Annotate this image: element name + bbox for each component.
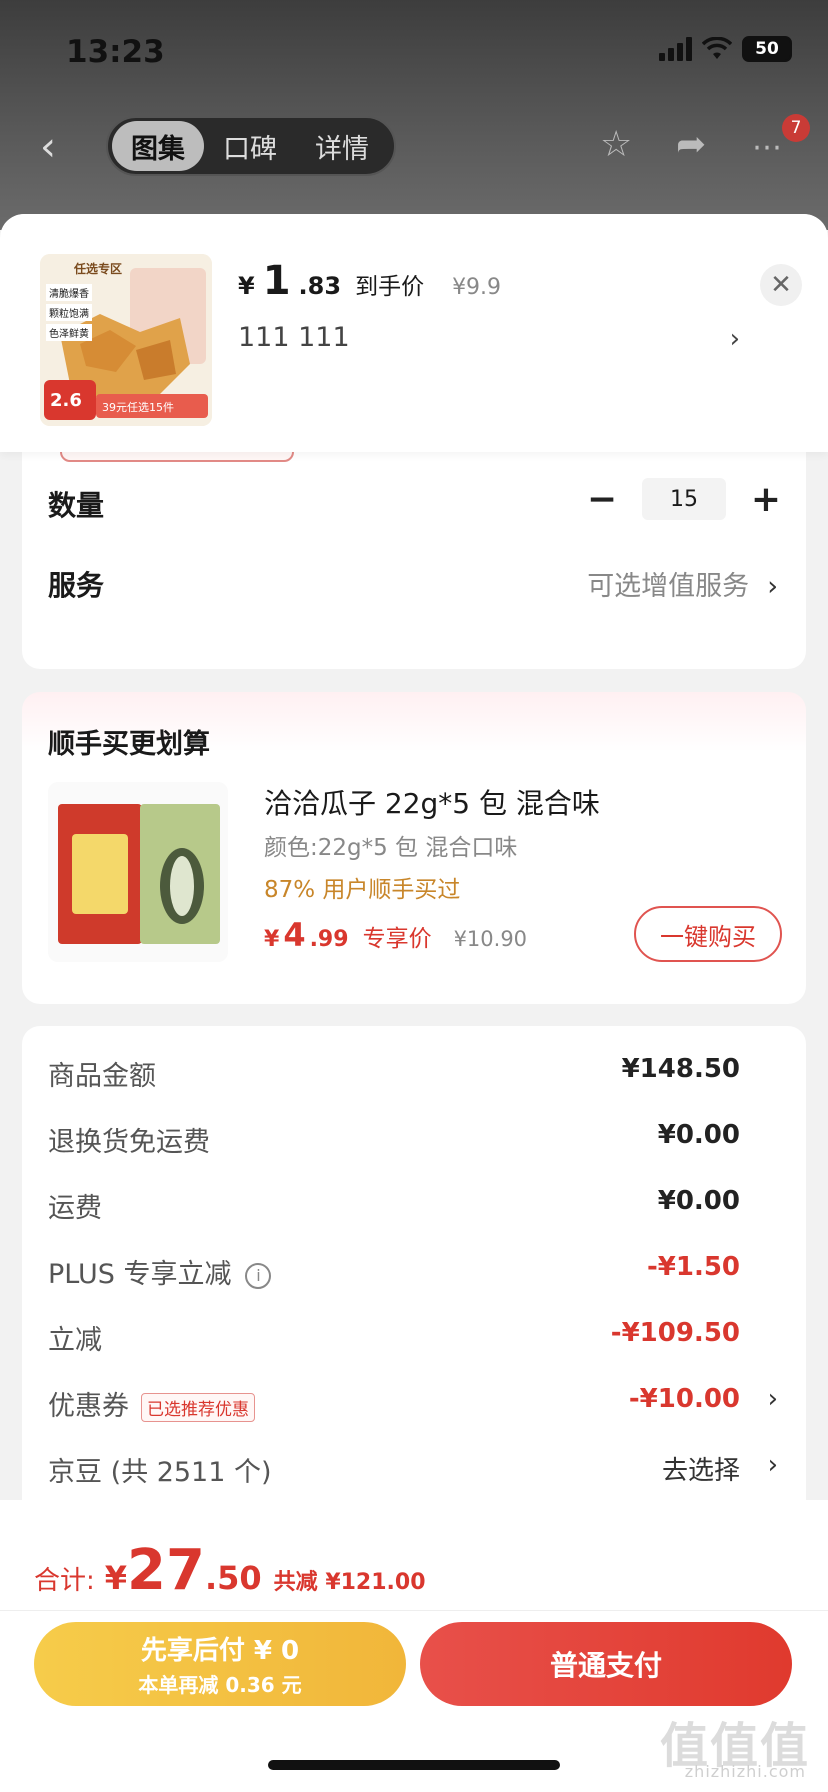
plus-icon[interactable]: +	[746, 479, 786, 520]
tab-reviews[interactable]: 口碑	[204, 121, 296, 171]
addon-price-decimal: .99	[309, 927, 349, 952]
thumb-tag: 清脆爆香	[46, 284, 92, 301]
summary-value: -¥109.50	[610, 1318, 740, 1348]
total-saved: 共减 ¥121.00	[273, 1570, 426, 1595]
summary-value: -¥10.00	[628, 1384, 740, 1414]
addon-name: 洽洽瓜子 22g*5 包 混合味	[264, 787, 600, 820]
service-value: 可选增值服务	[587, 571, 750, 602]
chevron-right-icon: ›	[767, 1384, 778, 1414]
status-icons: 50	[659, 36, 792, 62]
total-currency: ¥	[104, 1559, 128, 1597]
options-card: 数量 − 15 + 服务 可选增值服务 ›	[22, 404, 806, 669]
quantity-input[interactable]: 15	[642, 478, 726, 520]
price-summary-card: 商品金额 ¥148.50 退换货免运费 ¥0.00 运费 ¥0.00 PLUS …	[22, 1026, 806, 1526]
summary-label: 京豆 (共 2511 个)	[48, 1457, 272, 1488]
summary-row: 立减 -¥109.50	[22, 1318, 806, 1358]
coupon-row[interactable]: 优惠券 已选推荐优惠 -¥10.00 ›	[22, 1384, 806, 1424]
thumb-tag: 色泽鲜黄	[46, 324, 92, 341]
addon-spec: 颜色:22g*5 包 混合口味	[264, 835, 518, 861]
divider	[0, 1610, 828, 1611]
summary-label: 优惠券 已选推荐优惠	[48, 1384, 255, 1423]
chevron-right-icon[interactable]: ›	[730, 324, 740, 354]
home-indicator[interactable]	[268, 1760, 560, 1770]
battery-icon: 50	[742, 36, 792, 62]
summary-row: PLUS 专享立减 i -¥1.50	[22, 1252, 806, 1292]
chevron-right-icon: ›	[767, 1450, 778, 1480]
more-icon[interactable]: ⋯	[752, 130, 782, 165]
plus-discount-label: PLUS 专享立减	[48, 1259, 232, 1290]
price-tag: 到手价	[355, 274, 425, 300]
total-price: 合计: ¥ 27 .50 共减 ¥121.00	[34, 1538, 426, 1603]
thumb-promo: 39元任选15件	[102, 401, 174, 414]
minus-icon[interactable]: −	[582, 479, 622, 520]
price-decimal: .83	[298, 272, 342, 300]
product-thumbnail: 任选专区 清脆爆香 颗粒饱满 色泽鲜黄 2.6 39元任选15件	[40, 254, 212, 426]
summary-row: 商品金额 ¥148.50	[22, 1054, 806, 1094]
service-label: 服务	[48, 569, 105, 602]
favorite-star-icon[interactable]: ☆	[600, 124, 632, 165]
addon-price: ¥4.99 专享价 ¥10.90	[264, 916, 527, 954]
summary-row: 运费 ¥0.00	[22, 1186, 806, 1226]
quantity-stepper: − 15 +	[582, 478, 786, 520]
addon-card: 顺手买更划算 洽洽瓜子 22g*5 包 混合味 颜色:22g*5 包 混合口味 …	[22, 692, 806, 1004]
summary-value: ¥0.00	[657, 1120, 740, 1150]
addon-bought-pct: 87% 用户顺手买过	[264, 877, 461, 903]
watermark-url: zhizhizhi.com	[684, 1762, 806, 1781]
price-integer: 1	[262, 258, 291, 304]
price-line: ¥1.83 到手价 ¥9.9	[238, 258, 501, 304]
addon-product-image	[48, 782, 228, 962]
wifi-icon	[702, 37, 732, 59]
addon-price-currency: ¥	[264, 927, 280, 952]
checkout-footer: 合计: ¥ 27 .50 共减 ¥121.00 先享后付 ¥ 0 本单再减 0.…	[0, 1500, 828, 1792]
selected-sku[interactable]: 111 111	[238, 322, 350, 353]
total-integer: 27	[127, 1538, 205, 1603]
tab-gallery[interactable]: 图集	[112, 121, 204, 171]
notification-badge: 7	[782, 114, 810, 142]
summary-value: ¥148.50	[621, 1054, 740, 1084]
addon-price-integer: 4	[283, 916, 306, 954]
product-header: 任选专区 清脆爆香 颗粒饱满 色泽鲜黄 2.6 39元任选15件 ¥1.83 到…	[0, 214, 828, 452]
info-icon[interactable]: i	[245, 1262, 272, 1289]
pay-later-label: 先享后付 ¥ 0	[140, 1636, 300, 1666]
summary-value: 去选择	[661, 1456, 740, 1486]
tab-bar: 图集 口碑 详情	[106, 116, 396, 176]
tab-details[interactable]: 详情	[296, 121, 388, 171]
pay-later-button[interactable]: 先享后付 ¥ 0 本单再减 0.36 元	[34, 1622, 406, 1706]
thumb-tag: 颗粒饱满	[46, 304, 92, 321]
summary-label: 立减	[48, 1325, 102, 1356]
summary-label: 商品金额	[48, 1061, 156, 1092]
price-currency: ¥	[238, 272, 255, 300]
normal-pay-button[interactable]: 普通支付	[420, 1622, 792, 1706]
total-decimal: .50	[204, 1559, 262, 1597]
summary-value: ¥0.00	[657, 1186, 740, 1216]
recommended-chip: 已选推荐优惠	[141, 1393, 255, 1422]
summary-value: -¥1.50	[646, 1252, 740, 1282]
thumb-price: 2.6	[50, 390, 82, 411]
top-nav: ‹ 图集 口碑 详情 ☆ ➦ ⋯ 7	[0, 110, 828, 182]
close-icon[interactable]: ✕	[760, 264, 802, 306]
status-time: 13:23	[66, 34, 165, 70]
signal-icon	[659, 37, 692, 61]
summary-label: 运费	[48, 1193, 102, 1224]
back-icon[interactable]: ‹	[40, 124, 56, 170]
coupon-label: 优惠券	[48, 1391, 129, 1422]
chevron-right-icon: ›	[767, 571, 778, 602]
jingdou-row[interactable]: 京豆 (共 2511 个) 去选择 ›	[22, 1450, 806, 1490]
one-click-buy-button[interactable]: 一键购买	[634, 906, 782, 962]
summary-row: 退换货免运费 ¥0.00	[22, 1120, 806, 1160]
pay-later-discount: 本单再减 0.36 元	[138, 1673, 302, 1697]
share-icon[interactable]: ➦	[676, 124, 706, 165]
quantity-label: 数量	[48, 489, 105, 522]
service-selector[interactable]: 可选增值服务 ›	[587, 564, 778, 603]
addon-title: 顺手买更划算	[48, 729, 210, 760]
thumb-label: 任选专区	[74, 262, 123, 276]
summary-label: 退换货免运费	[48, 1127, 210, 1158]
total-label: 合计:	[34, 1566, 95, 1596]
addon-image[interactable]	[48, 782, 228, 962]
addon-price-tag: 专享价	[362, 926, 432, 952]
original-price: ¥9.9	[452, 275, 502, 300]
summary-label: PLUS 专享立减 i	[48, 1252, 272, 1291]
addon-original-price: ¥10.90	[453, 927, 528, 951]
